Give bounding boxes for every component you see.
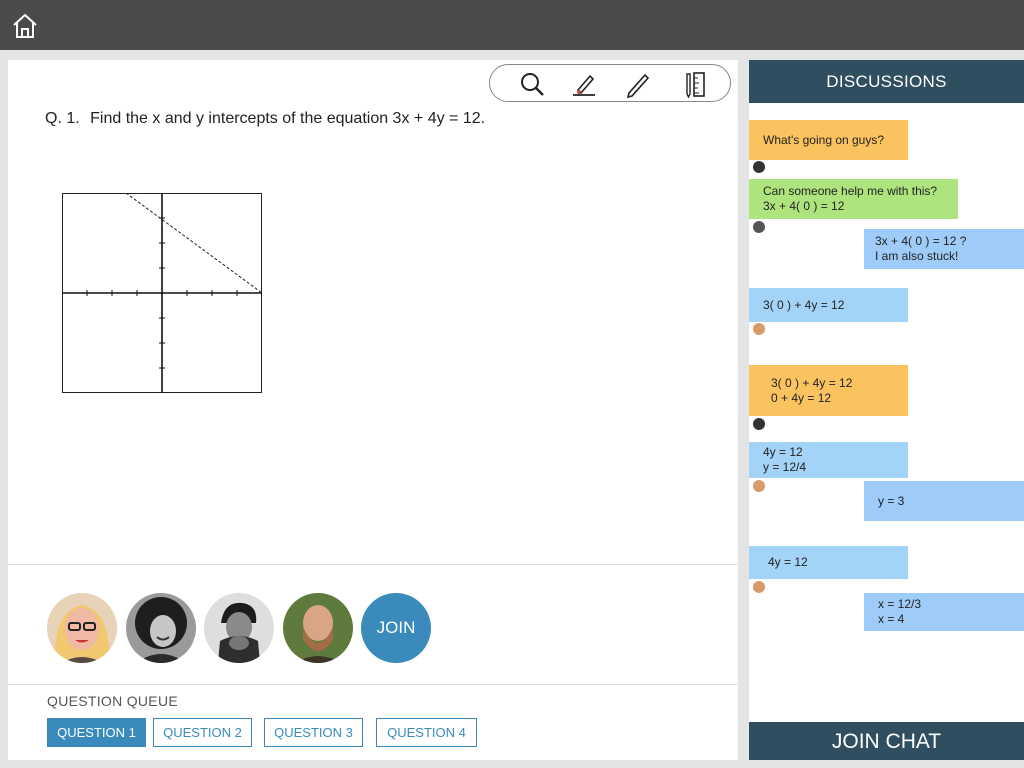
home-icon[interactable]: [10, 11, 40, 41]
chat-message: Can someone help me with this? 3x + 4( 0…: [749, 179, 958, 219]
divider: [8, 684, 738, 685]
chat-message: y = 3: [864, 481, 1024, 521]
coordinate-graph: [62, 192, 263, 393]
top-bar: [0, 0, 1024, 50]
avatar-2[interactable]: [126, 593, 196, 663]
user-avatar-icon: [753, 221, 765, 233]
user-avatar-icon: [753, 161, 765, 173]
chat-message: x = 12/3 x = 4: [864, 593, 1024, 631]
question-2-button[interactable]: QUESTION 2: [153, 718, 252, 747]
question-body: Find the x and y intercepts of the equat…: [90, 110, 486, 127]
chat-message: What's going on guys?: [749, 120, 908, 160]
main-panel: Q. 1. Find the x and y intercepts of the…: [8, 60, 738, 760]
question-queue-label: QUESTION QUEUE: [47, 693, 178, 709]
search-icon[interactable]: [518, 70, 546, 98]
join-chat-button[interactable]: JOIN CHAT: [749, 722, 1024, 760]
user-avatar-icon: [753, 480, 765, 492]
avatar-3[interactable]: [204, 593, 274, 663]
discussions-panel: DISCUSSIONS What's going on guys? Can so…: [749, 60, 1024, 760]
chat-message: 3( 0 ) + 4y = 12: [749, 288, 908, 322]
question-3-button[interactable]: QUESTION 3: [264, 718, 363, 747]
chat-message: 4y = 12 y = 12/4: [749, 442, 908, 478]
question-number: Q. 1.: [45, 110, 80, 127]
chat-message: 3( 0 ) + 4y = 12 0 + 4y = 12: [749, 365, 908, 416]
user-avatar-icon: [753, 581, 765, 593]
join-button[interactable]: JOIN: [361, 593, 431, 663]
question-text: Q. 1. Find the x and y intercepts of the…: [45, 110, 485, 128]
tool-palette: [489, 64, 731, 102]
ruler-icon[interactable]: [682, 70, 710, 99]
chat-message: 4y = 12: [749, 546, 908, 579]
discussions-header: DISCUSSIONS: [749, 60, 1024, 103]
pen-icon[interactable]: [624, 70, 652, 99]
question-4-button[interactable]: QUESTION 4: [376, 718, 477, 747]
chat-message: 3x + 4( 0 ) = 12 ? I am also stuck!: [864, 229, 1024, 269]
divider: [8, 564, 738, 565]
user-avatar-icon: [753, 418, 765, 430]
avatar-4[interactable]: [283, 593, 353, 663]
avatar-1[interactable]: [47, 593, 117, 663]
user-avatar-icon: [753, 323, 765, 335]
question-1-button[interactable]: QUESTION 1: [47, 718, 146, 747]
highlighter-icon[interactable]: [570, 70, 598, 98]
